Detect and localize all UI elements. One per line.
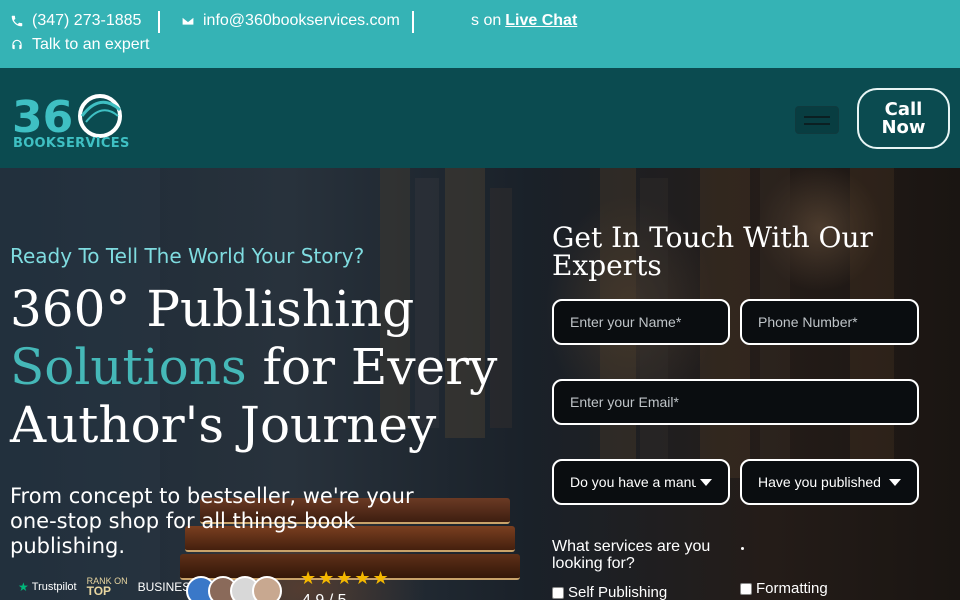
phone-contact[interactable]: (347) 273-1885 [10,12,141,30]
reviewer-avatars [186,576,282,600]
trust-badges: ★ Trustpilot RANK ON TOP BUSINESS [18,576,198,597]
email-input[interactable]: Enter your Email* [552,379,919,425]
headline-line2-rest: for Every [246,338,498,396]
email-address[interactable]: info@360bookservices.com [203,12,400,30]
avatar [252,576,282,600]
rating-value: 4.9 / 5 [302,592,346,600]
headline-line2: Solutions for Every [10,338,497,396]
phone-input[interactable]: Phone Number* [740,299,919,345]
email-contact[interactable]: info@360bookservices.com [181,12,400,30]
form-title: Get In Touch With Our Experts [552,221,873,282]
call-now-button[interactable]: Call Now [857,88,950,149]
divider [412,11,414,33]
trustpilot-label: Trustpilot [31,580,77,593]
phone-number[interactable]: (347) 273-1885 [32,12,141,30]
site-header: 36 BOOKSERVICES Call Now [0,68,960,168]
services-question: What services are you looking for? [552,538,711,572]
hero-section: Ready To Tell The World Your Story? 360°… [0,168,960,600]
trustpilot-star-icon: ★ [18,579,29,594]
talk-expert[interactable]: Talk to an expert [10,36,149,54]
rank-badge: RANK ON TOP [87,576,128,597]
mail-icon [181,16,195,26]
headline-accent: Solutions [10,338,247,396]
chevron-down-icon [700,478,712,486]
self-publishing-label: Self Publishing [568,584,668,600]
checkbox-self-publishing[interactable]: Self Publishing [552,584,667,600]
published-select-value: Have you published before? [758,474,885,490]
hero-tagline: Ready To Tell The World Your Story? [10,244,365,268]
rank-bottom-label: TOP [86,584,112,598]
headline-line1: 360° Publishing [10,280,415,338]
manuscript-select[interactable]: Do you have a manuscript? [552,459,730,505]
decorative-dot [741,547,744,550]
call-now-line1: Call [884,98,923,120]
published-select[interactable]: Have you published before? [740,459,919,505]
top-info-bar: (347) 273-1885 info@360bookservices.com … [0,0,960,68]
hero-subline: From concept to bestseller, we're your o… [10,484,414,558]
phone-icon [11,15,23,27]
live-chat-link[interactable]: Live Chat [505,12,577,30]
talk-expert-label[interactable]: Talk to an expert [32,36,149,54]
checkbox-formatting[interactable]: Formatting [740,580,828,597]
call-now-line2: Now [881,116,926,138]
chevron-down-icon [889,478,901,486]
headline-line3: Author's Journey [10,396,437,454]
trustpilot-badge: ★ Trustpilot [18,580,77,594]
divider [158,11,160,33]
logo-text: BOOKSERVICES [13,136,130,151]
checkbox-icon[interactable] [552,586,564,599]
checkbox-icon[interactable] [740,582,752,595]
hamburger-icon [804,115,830,118]
formatting-label: Formatting [756,580,828,597]
hamburger-icon [804,122,830,125]
live-chat-contact[interactable]: s on Live Chat [471,12,577,30]
chat-prefix: s on [471,12,502,29]
rating-stars-icon: ★★★★★ [300,568,391,588]
name-input[interactable]: Enter your Name* [552,299,730,345]
headset-icon [12,39,22,50]
menu-toggle-button[interactable] [795,106,839,134]
manuscript-select-value: Do you have a manuscript? [570,474,696,490]
hero-headline: 360° Publishing Solutions for Every Auth… [10,280,497,454]
